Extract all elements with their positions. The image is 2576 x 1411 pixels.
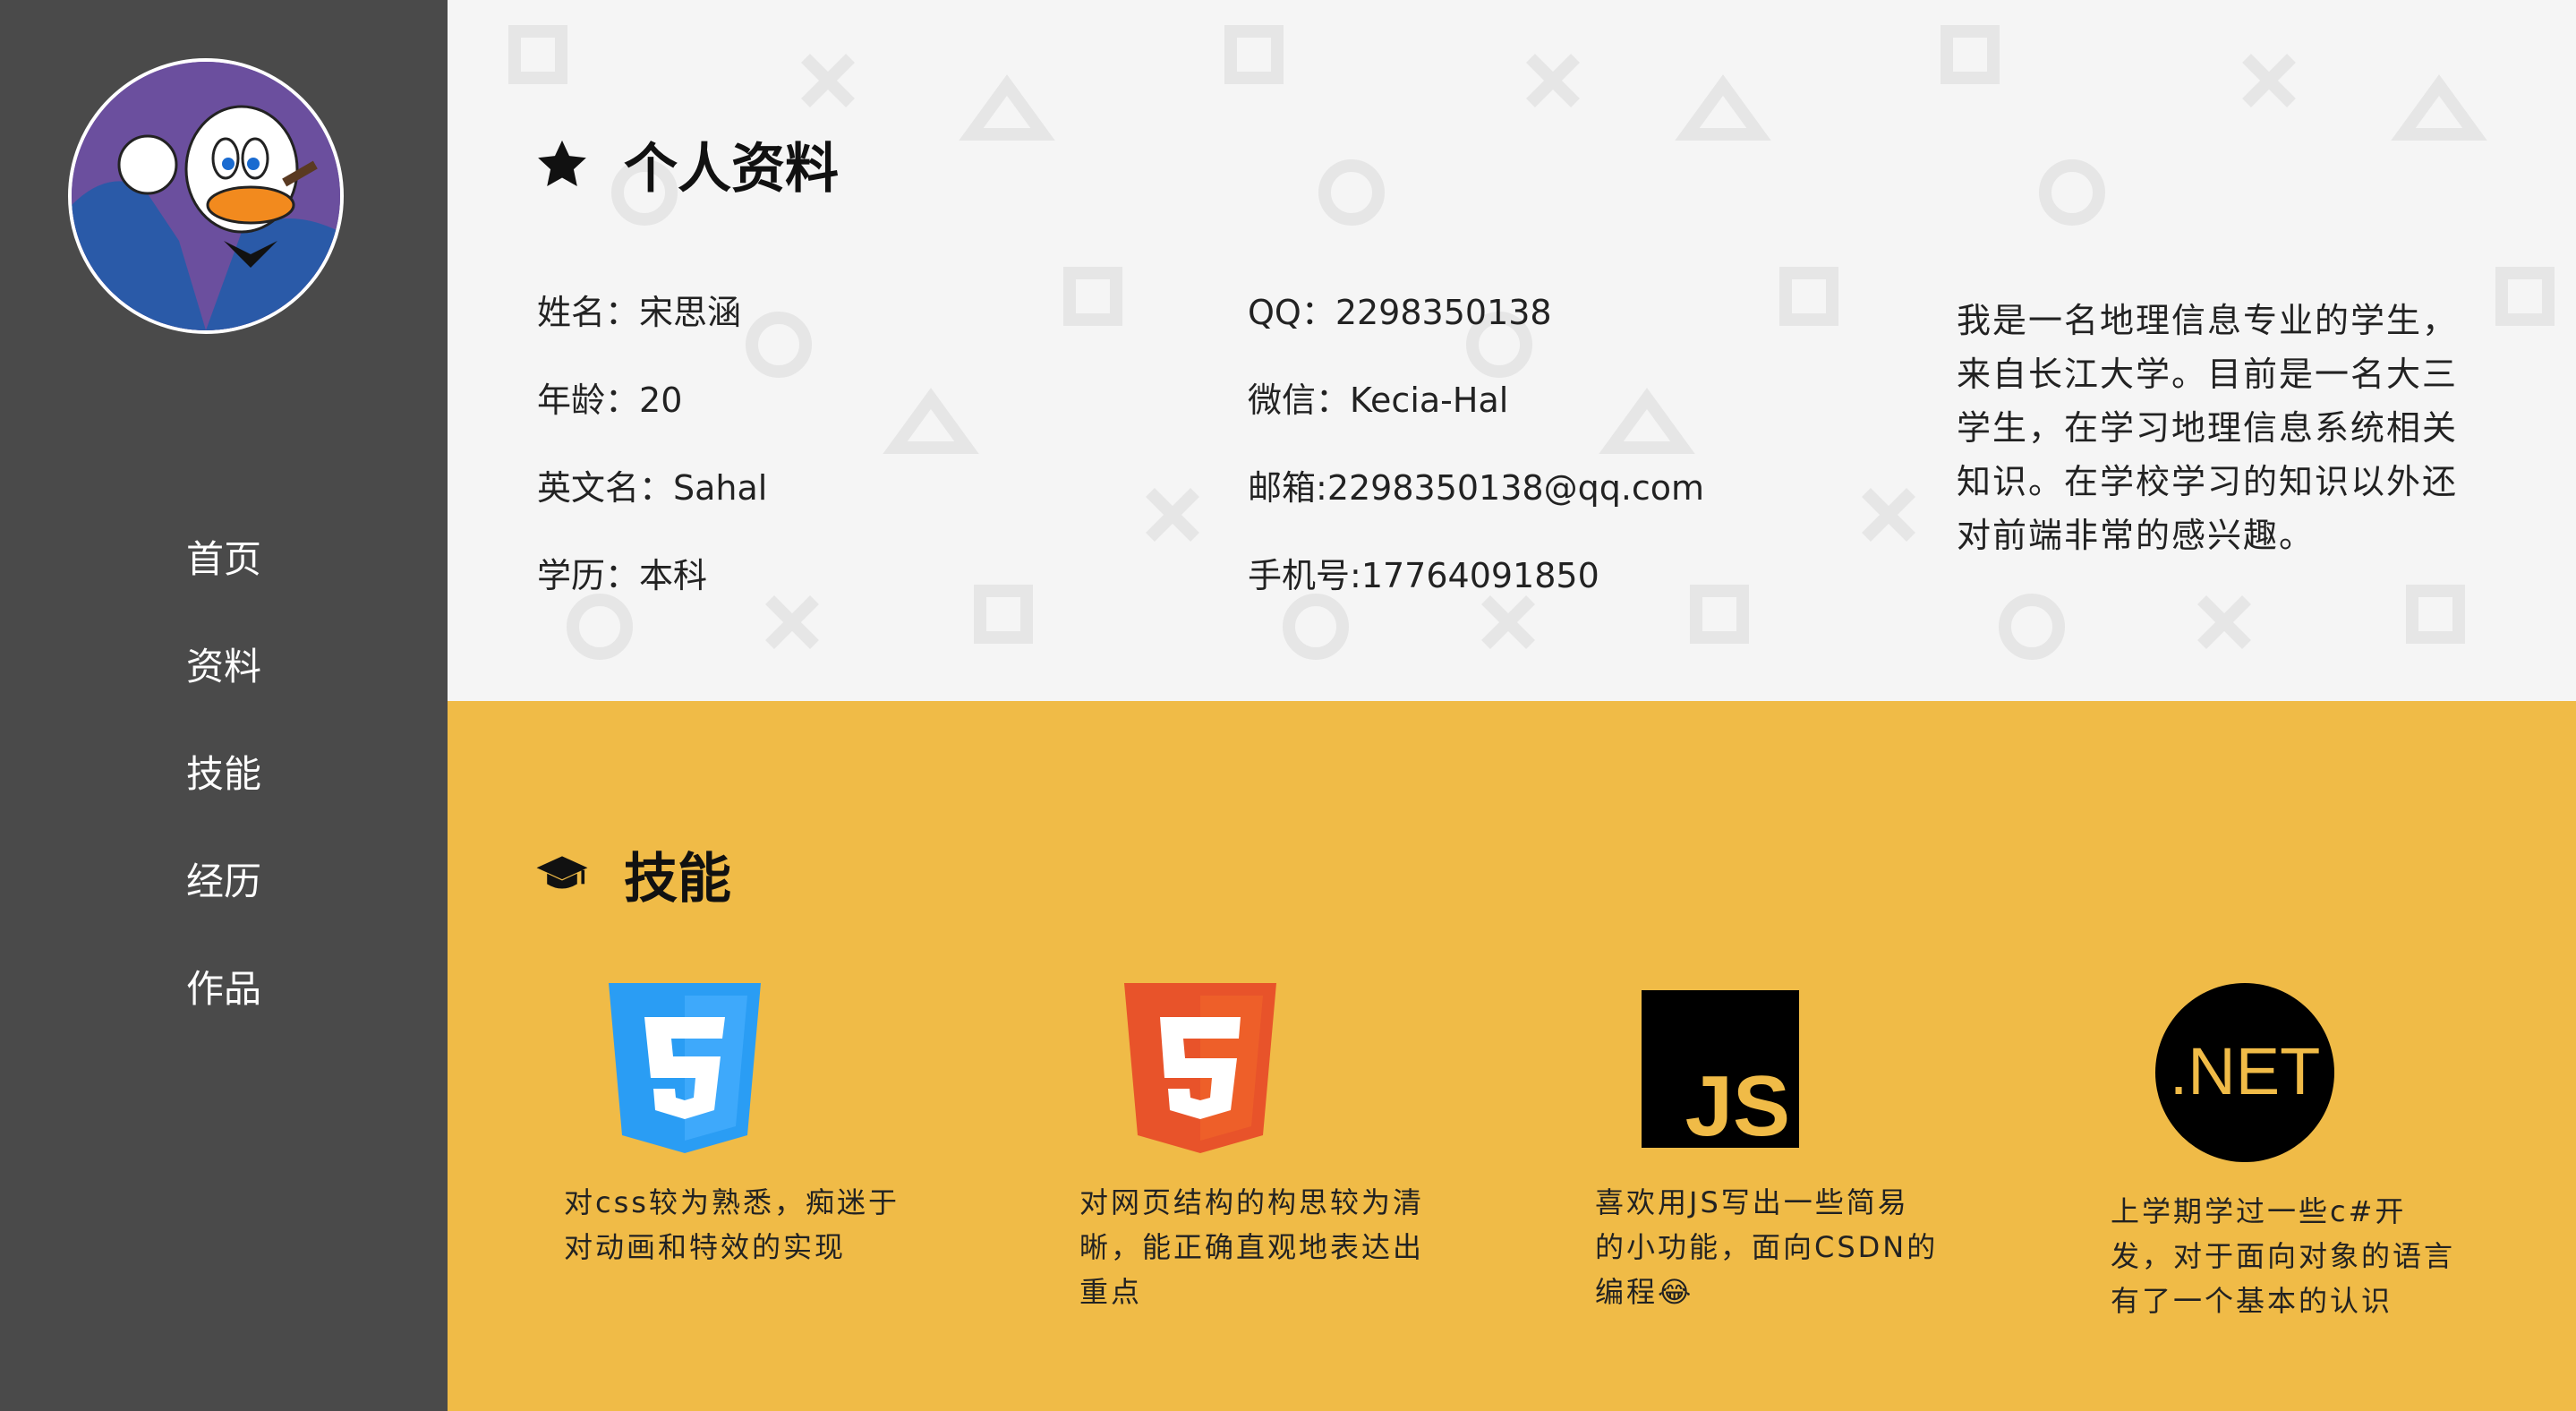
skill-description: 对网页结构的构思较为清 晰，能正确直观地表达出 重点 [1053, 1180, 1429, 1314]
profile-contact-info: QQ：2298350138 微信：Kecia-Hal 邮箱:2298350138… [1248, 285, 1704, 636]
desc-line: 对css较为熟悉，痴迷于 [564, 1185, 900, 1219]
nav-item-works[interactable]: 作品 [0, 936, 448, 1043]
profile-basic-info: 姓名：宋思涵 年龄：20 英文名：Sahal 学历：本科 [537, 285, 767, 636]
bio-line: 知识。在学校学习的知识以外还 [1957, 462, 2459, 501]
desc-line: 上学期学过一些c#开 [2111, 1194, 2407, 1228]
bio-line: 对前端非常的感兴趣。 [1957, 516, 2316, 555]
desc-line: 重点 [1079, 1275, 1143, 1309]
skill-description: 喜欢用JS写出一些简易 的小功能，面向CSDN的 编程😂 [1568, 1180, 1944, 1314]
profile-title: 个人资料 [534, 125, 839, 203]
info-label: QQ： [1248, 293, 1335, 332]
css3-logo-icon [609, 983, 761, 1153]
info-row-wechat: 微信：Kecia-Hal [1248, 372, 1704, 460]
skill-card-js: JS 喜欢用JS写出一些简易 的小功能，面向CSDN的 编程😂 [1568, 983, 1944, 1314]
info-label: 学历： [537, 556, 640, 595]
info-row-email: 邮箱:2298350138@qq.com [1248, 460, 1704, 548]
graduation-cap-icon [536, 855, 588, 888]
info-row-english-name: 英文名：Sahal [537, 460, 767, 548]
profile-title-text: 个人资料 [624, 138, 839, 201]
skills-title: 技能 [534, 835, 731, 913]
desc-line: 对网页结构的构思较为清 [1079, 1185, 1425, 1219]
info-value: Sahal [673, 468, 768, 508]
info-row-name: 姓名：宋思涵 [537, 285, 767, 372]
info-value: 2298350138@qq.com [1326, 468, 1705, 508]
main-content: 个人资料 姓名：宋思涵 年龄：20 英文名：Sahal 学历：本科 QQ：229… [448, 0, 2576, 1411]
desc-line: 的小功能，面向CSDN的 [1595, 1230, 1939, 1264]
skill-description: 上学期学过一些c#开 发，对于面向对象的语言 有了一个基本的认识 [2084, 1189, 2460, 1323]
html5-logo-icon [1124, 983, 1276, 1153]
info-value: 宋思涵 [639, 293, 742, 332]
skill-description: 对css较为熟悉，痴迷于 对动画和特效的实现 [537, 1180, 913, 1270]
info-row-education: 学历：本科 [537, 548, 767, 636]
desc-line: 喜欢用JS写出一些简易 [1595, 1185, 1909, 1219]
skill-card-dotnet: .NET 上学期学过一些c#开 发，对于面向对象的语言 有了一个基本的认识 [2084, 983, 2460, 1323]
desc-line: 对动画和特效的实现 [564, 1230, 847, 1264]
info-label: 手机号: [1248, 556, 1361, 595]
info-value: Kecia-Hal [1350, 381, 1509, 420]
profile-bio: 我是一名地理信息专业的学生， 来自长江大学。目前是一名大三 学生，在学习地理信息… [1957, 294, 2494, 562]
skill-card-css: 对css较为熟悉，痴迷于 对动画和特效的实现 [537, 983, 913, 1270]
nav-item-home[interactable]: 首页 [0, 506, 448, 613]
js-logo-icon: JS [1642, 990, 1799, 1153]
star-icon [538, 140, 586, 186]
info-label: 姓名： [537, 293, 640, 332]
bio-line: 我是一名地理信息专业的学生， [1957, 301, 2459, 340]
skills-title-text: 技能 [624, 848, 731, 911]
info-value: 2298350138 [1335, 293, 1552, 332]
js-logo-text: JS [1685, 1058, 1790, 1153]
sidebar: 首页 资料 技能 经历 作品 [0, 0, 448, 1411]
bio-line: 学生，在学习地理信息系统相关 [1957, 408, 2459, 448]
nav-item-experience[interactable]: 经历 [0, 828, 448, 936]
info-row-qq: QQ：2298350138 [1248, 285, 1704, 372]
main-nav: 首页 资料 技能 经历 作品 [0, 506, 448, 1043]
skill-card-html: 对网页结构的构思较为清 晰，能正确直观地表达出 重点 [1053, 983, 1429, 1314]
nav-item-profile[interactable]: 资料 [0, 613, 448, 721]
desc-line: 有了一个基本的认识 [2111, 1284, 2393, 1318]
desc-line: 编程😂 [1595, 1275, 1694, 1309]
info-value: 20 [639, 381, 683, 420]
info-label: 英文名： [537, 468, 674, 508]
donald-duck-avatar-image [72, 62, 340, 330]
avatar [68, 58, 344, 334]
dotnet-logo-icon: .NET [2155, 983, 2334, 1162]
bio-line: 来自长江大学。目前是一名大三 [1957, 355, 2459, 394]
desc-line: 晰，能正确直观地表达出 [1079, 1230, 1425, 1264]
nav-item-skills[interactable]: 技能 [0, 721, 448, 828]
skills-section: 技能 对css较为熟悉，痴迷于 对动画和特效的实现 对网页结构的构思较为清 晰，… [448, 701, 2576, 1411]
info-label: 年龄： [537, 381, 640, 420]
profile-section: 个人资料 姓名：宋思涵 年龄：20 英文名：Sahal 学历：本科 QQ：229… [448, 0, 2576, 701]
info-row-age: 年龄：20 [537, 372, 767, 460]
info-value: 17764091850 [1361, 556, 1599, 595]
info-value: 本科 [639, 556, 708, 595]
info-label: 微信： [1248, 381, 1351, 420]
info-label: 邮箱: [1248, 468, 1327, 508]
desc-line: 发，对于面向对象的语言 [2111, 1239, 2456, 1273]
info-row-phone: 手机号:17764091850 [1248, 548, 1704, 636]
dotnet-logo-text: .NET [2170, 1034, 2321, 1108]
